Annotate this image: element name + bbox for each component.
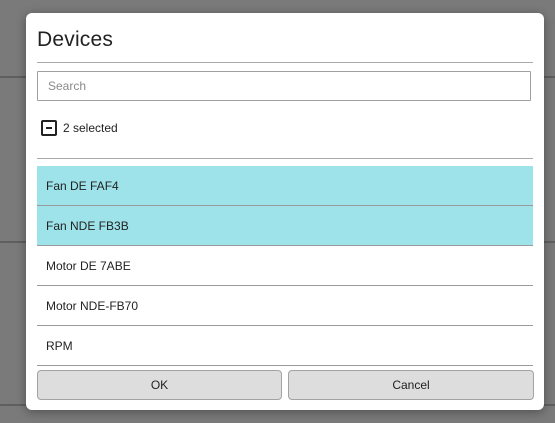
background-divider <box>0 404 28 406</box>
background-divider <box>0 76 28 78</box>
devices-dialog: Devices 2 selected Fan DE FAF4 Fan NDE F… <box>26 13 544 410</box>
dialog-title: Devices <box>37 28 114 51</box>
select-all-toggle[interactable]: 2 selected <box>41 120 118 136</box>
list-item-label: Fan DE FAF4 <box>46 178 119 193</box>
cancel-button[interactable]: Cancel <box>288 370 534 400</box>
list-item[interactable]: Motor DE 7ABE <box>37 246 533 286</box>
list-item-label: Fan NDE FB3B <box>46 218 129 233</box>
background-divider <box>0 241 28 243</box>
list-item[interactable]: Fan DE FAF4 <box>37 166 533 206</box>
list-divider <box>37 158 533 159</box>
search-input[interactable] <box>37 71 531 101</box>
title-divider <box>37 62 533 63</box>
list-item[interactable]: Fan NDE FB3B <box>37 206 533 246</box>
list-item-label: Motor NDE-FB70 <box>46 298 139 313</box>
list-item-label: RPM <box>46 338 73 353</box>
device-list: Fan DE FAF4 Fan NDE FB3B Motor DE 7ABE M… <box>37 166 533 366</box>
selection-summary: 2 selected <box>63 121 118 135</box>
list-item[interactable]: RPM <box>37 326 533 366</box>
list-item-label: Motor DE 7ABE <box>46 258 131 273</box>
indeterminate-checkbox-icon[interactable] <box>41 120 57 136</box>
minus-icon <box>46 127 52 129</box>
list-item[interactable]: Motor NDE-FB70 <box>37 286 533 326</box>
ok-button[interactable]: OK <box>37 370 282 400</box>
